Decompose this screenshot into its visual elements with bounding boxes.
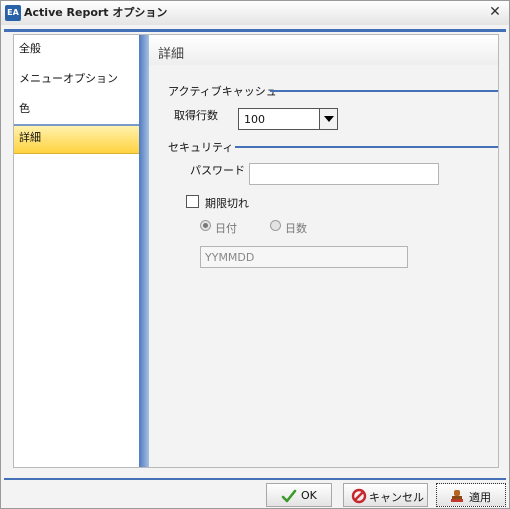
options-dialog: EA Active Report オプション ✕ 全般 メニューオプション 色 … [0, 0, 510, 509]
ok-button[interactable]: OK [266, 483, 332, 507]
apply-label: 適用 [469, 491, 491, 504]
check-icon [281, 489, 297, 503]
active-cache-group-label: アクティブキャッシュ [168, 85, 277, 98]
chevron-down-icon[interactable] [319, 109, 337, 129]
nav-item-label: 全般 [19, 42, 41, 55]
app-logo-icon: EA [5, 5, 21, 21]
date-radio[interactable] [200, 220, 211, 231]
title-bar[interactable]: EA Active Report オプション ✕ [1, 1, 509, 25]
options-nav: 全般 メニューオプション 色 詳細 [14, 35, 139, 467]
stamp-icon [451, 490, 463, 502]
expire-label: 期限切れ [205, 197, 249, 210]
nav-item-color[interactable]: 色 [14, 96, 139, 126]
window-title: Active Report オプション [24, 6, 168, 19]
nav-item-general[interactable]: 全般 [14, 36, 139, 66]
active-cache-group-line [270, 90, 498, 92]
date-radio-label: 日付 [215, 222, 237, 235]
nav-item-label: メニューオプション [19, 72, 118, 85]
close-icon: ✕ [489, 4, 501, 20]
no-entry-icon [351, 488, 367, 504]
security-group-label: セキュリティ [168, 141, 234, 154]
nav-item-label: 詳細 [19, 131, 41, 144]
nav-item-label: 色 [19, 102, 30, 115]
date-input[interactable] [200, 246, 408, 268]
password-label: パスワード [190, 164, 245, 177]
days-radio[interactable] [270, 220, 281, 231]
security-group-line [235, 146, 498, 148]
content-frame: 全般 メニューオプション 色 詳細 詳細 アクティブキャッシュ 取得行数 100 [13, 34, 499, 468]
rows-select-value: 100 [244, 113, 265, 126]
nav-item-menu-options[interactable]: メニューオプション [14, 66, 139, 96]
days-radio-label: 日数 [285, 222, 307, 235]
footer-divider [4, 478, 506, 480]
pane-header: 詳細 [149, 35, 498, 65]
pane-title: 詳細 [158, 47, 185, 62]
expire-checkbox[interactable] [186, 195, 199, 208]
cancel-button[interactable]: キャンセル [343, 483, 428, 507]
password-input[interactable] [249, 163, 439, 185]
apply-button[interactable]: 適用 [436, 483, 506, 507]
cancel-label: キャンセル [369, 491, 424, 504]
ok-label: OK [301, 489, 317, 502]
nav-separator [139, 35, 149, 467]
close-button[interactable]: ✕ [486, 3, 504, 21]
header-divider [4, 29, 506, 32]
rows-select[interactable]: 100 [238, 108, 338, 130]
nav-item-details[interactable]: 詳細 [14, 124, 139, 154]
rows-label: 取得行数 [174, 109, 218, 122]
details-pane: 詳細 アクティブキャッシュ 取得行数 100 セキュリティ パスワード 期限切れ… [149, 35, 498, 467]
